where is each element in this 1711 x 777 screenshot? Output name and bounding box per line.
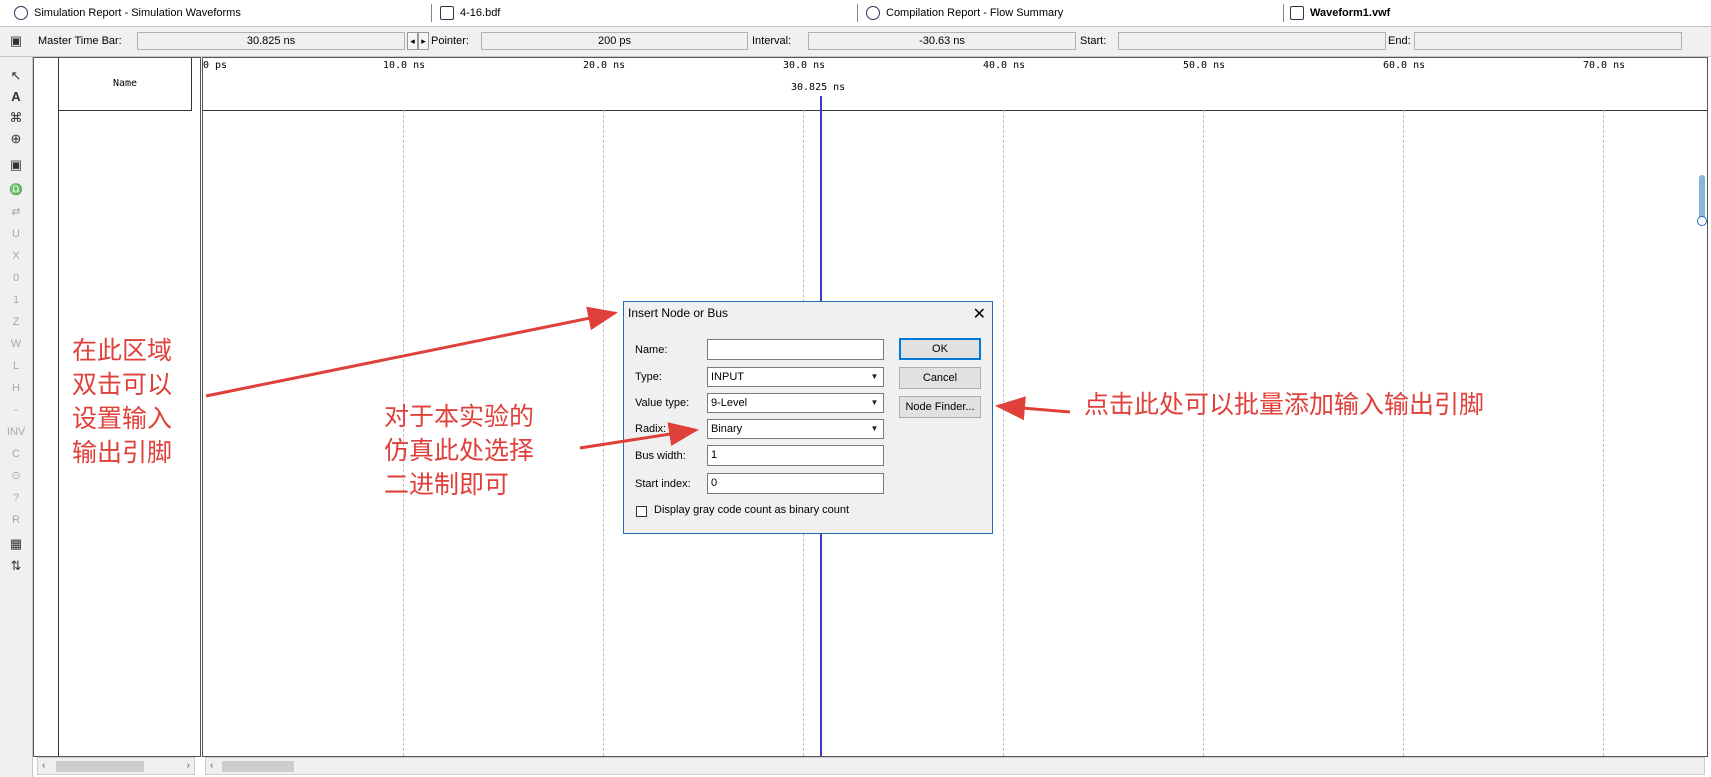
annotation-text-right: 点击此处可以批量添加输入输出引脚 xyxy=(1084,390,1485,419)
annotation-arrow-left xyxy=(205,306,618,398)
annotation-arrow-right xyxy=(995,396,1071,421)
annotation-text-middle: 对于本实验的 仿真此处选择 二进制即可 xyxy=(384,402,535,499)
annotation-text-left: 在此区域 双击可以 设置输入 输出引脚 xyxy=(72,336,173,467)
annotation-arrow-middle xyxy=(579,422,699,450)
